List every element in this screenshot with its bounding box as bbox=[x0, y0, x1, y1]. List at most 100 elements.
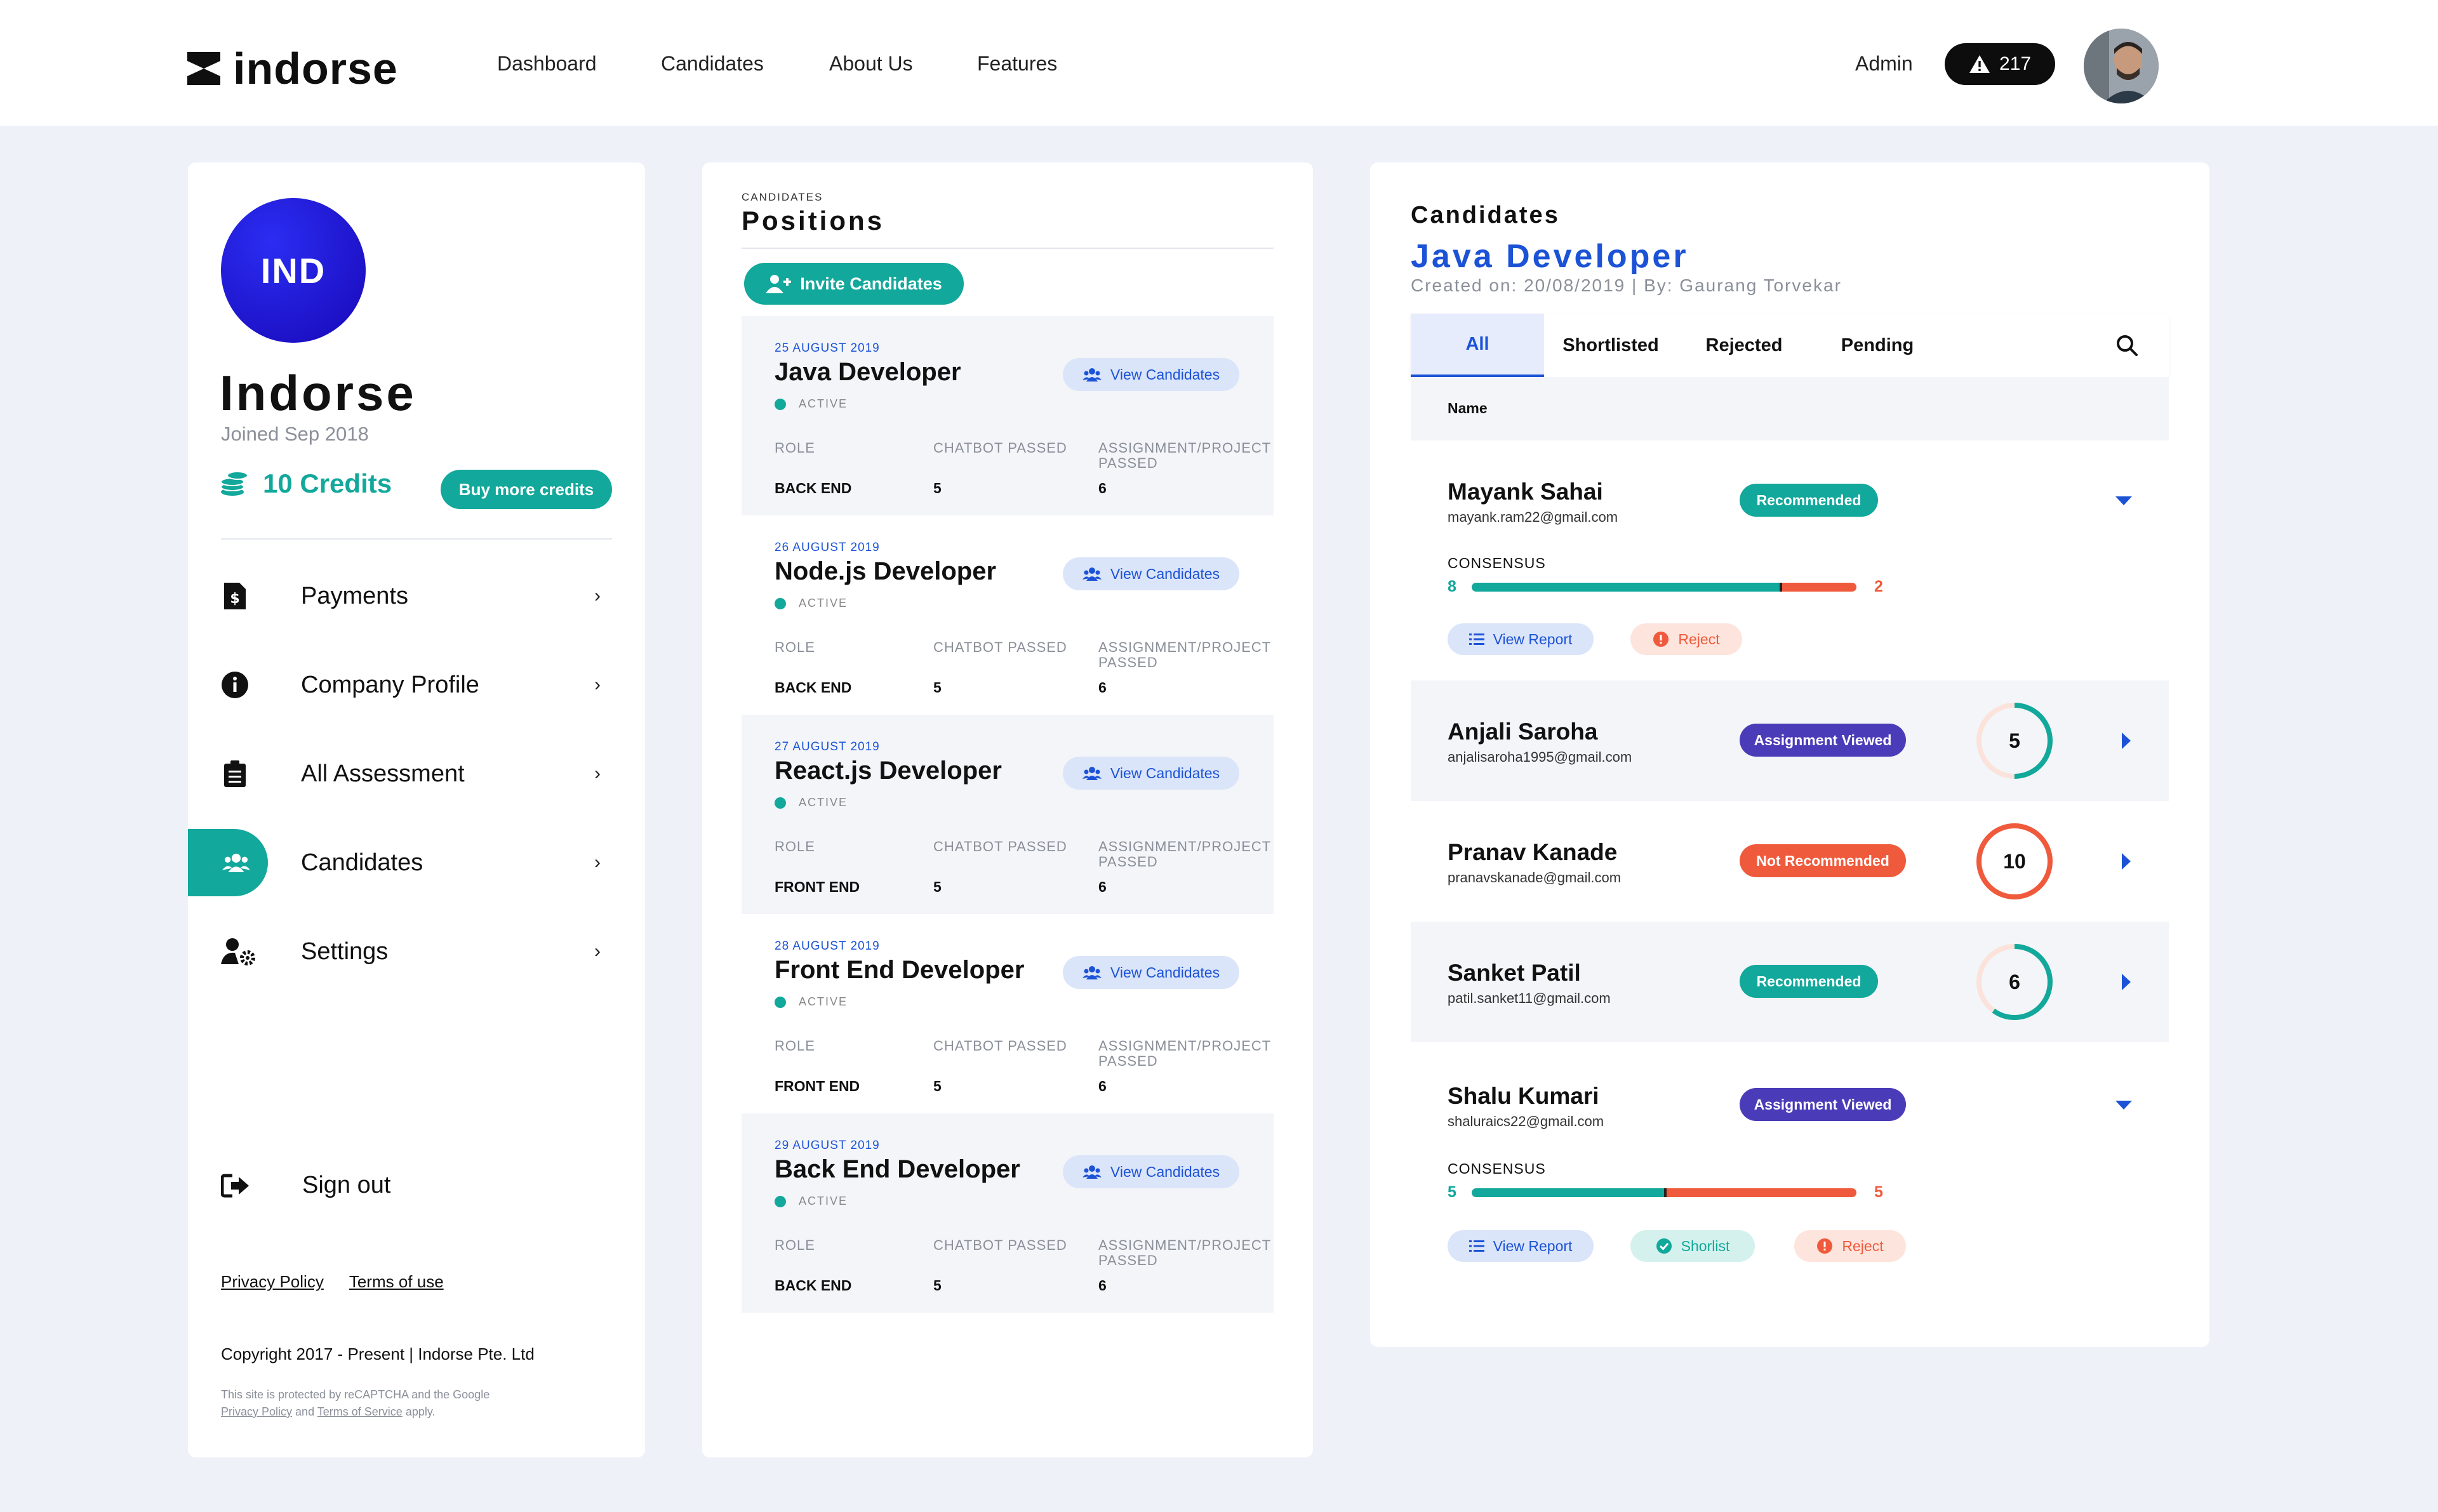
admin-link[interactable]: Admin bbox=[1855, 52, 1913, 76]
candidate-name: Sanket Patil bbox=[1448, 960, 1581, 986]
recaptcha-privacy-link[interactable]: Privacy Policy bbox=[221, 1405, 292, 1418]
column-role: ROLE bbox=[775, 1237, 815, 1253]
section-eyebrow: CANDIDATES bbox=[742, 191, 823, 203]
users-icon bbox=[1082, 767, 1102, 780]
company-avatar: IND bbox=[221, 198, 366, 343]
position-status: ACTIVE bbox=[775, 995, 848, 1009]
nav-candidates[interactable]: Candidates bbox=[661, 52, 764, 76]
position-name: Front End Developer bbox=[775, 956, 1025, 984]
score-ring: 6 bbox=[1975, 942, 2055, 1022]
credits-count: 10 Credits bbox=[263, 468, 392, 498]
assignment-value: 6 bbox=[1098, 679, 1107, 696]
view-candidates-button[interactable]: View Candidates bbox=[1063, 757, 1239, 790]
menu-item-company-profile[interactable]: Company Profile › bbox=[188, 651, 645, 719]
divider bbox=[742, 248, 1274, 249]
brand-name: indorse bbox=[233, 44, 398, 93]
nav-features[interactable]: Features bbox=[977, 52, 1057, 76]
users-icon bbox=[1082, 966, 1102, 979]
view-candidates-button[interactable]: View Candidates bbox=[1063, 956, 1239, 989]
avatar-photo-icon bbox=[2084, 29, 2159, 103]
chatbot-value: 5 bbox=[933, 1078, 942, 1094]
open-caret-icon[interactable] bbox=[2122, 974, 2131, 990]
open-caret-icon[interactable] bbox=[2122, 733, 2131, 749]
info-icon bbox=[221, 671, 249, 699]
expand-caret-icon[interactable] bbox=[2115, 1101, 2132, 1110]
copyright: Copyright 2017 - Present | Indorse Pte. … bbox=[221, 1344, 535, 1363]
menu-label: Payments bbox=[301, 582, 408, 609]
tab-shortlisted[interactable]: Shortlisted bbox=[1544, 314, 1677, 377]
candidate-row[interactable]: Pranav Kanade pranavskanade@gmail.com No… bbox=[1411, 801, 2169, 922]
candidate-row[interactable]: Shalu Kumari shaluraics22@gmail.com Assi… bbox=[1411, 1042, 2169, 1177]
nav-dashboard[interactable]: Dashboard bbox=[497, 52, 597, 76]
tab-rejected[interactable]: Rejected bbox=[1677, 314, 1811, 377]
reject-button[interactable]: Reject bbox=[1630, 623, 1742, 655]
position-card[interactable]: 26 AUGUST 2019 Node.js Developer ACTIVE Vie… bbox=[742, 515, 1274, 715]
candidate-row[interactable]: Sanket Patil patil.sanket11@gmail.com Re… bbox=[1411, 922, 2169, 1042]
candidate-row[interactable]: Anjali Saroha anjalisaroha1995@gmail.com… bbox=[1411, 680, 2169, 801]
alerts-button[interactable]: 217 bbox=[1945, 43, 2055, 85]
status-dot-icon bbox=[775, 996, 786, 1008]
view-candidates-button[interactable]: View Candidates bbox=[1063, 1155, 1239, 1188]
warning-icon bbox=[1969, 55, 1990, 73]
brand-logo[interactable]: indorse bbox=[187, 43, 398, 94]
position-name: Back End Developer bbox=[775, 1155, 1020, 1183]
view-report-button[interactable]: View Report bbox=[1448, 623, 1594, 655]
view-report-button[interactable]: View Report bbox=[1448, 1230, 1594, 1262]
user-avatar[interactable] bbox=[2084, 29, 2159, 103]
position-card[interactable]: 25 AUGUST 2019 Java Developer ACTIVE View C… bbox=[742, 316, 1274, 515]
consensus-no: 2 bbox=[1874, 578, 1883, 595]
menu-label: Candidates bbox=[301, 849, 423, 876]
menu-item-all-assessment[interactable]: All Assessment › bbox=[188, 740, 645, 807]
role-value: BACK END bbox=[775, 480, 852, 496]
buy-credits-button[interactable]: Buy more credits bbox=[441, 470, 612, 509]
column-assignment-line2: PASSED bbox=[1098, 455, 1158, 471]
column-chatbot: CHATBOT PASSED bbox=[933, 839, 1067, 854]
view-candidates-button[interactable]: View Candidates bbox=[1063, 557, 1239, 590]
position-date: 29 AUGUST 2019 bbox=[775, 1139, 880, 1152]
menu-item-settings[interactable]: Settings › bbox=[188, 918, 645, 985]
status-label: ACTIVE bbox=[799, 1195, 848, 1207]
column-assignment-line2: PASSED bbox=[1098, 1252, 1158, 1268]
position-card[interactable]: 27 AUGUST 2019 React.js Developer ACTIVE Vi… bbox=[742, 715, 1274, 914]
position-card[interactable]: 28 AUGUST 2019 Front End Developer ACTIVE V… bbox=[742, 914, 1274, 1113]
positions-title: Positions bbox=[742, 206, 885, 235]
position-card[interactable]: 29 AUGUST 2019 Back End Developer ACTIVE Vi… bbox=[742, 1113, 1274, 1313]
search-icon[interactable] bbox=[2115, 334, 2138, 357]
menu-item-payments[interactable]: $ Payments › bbox=[188, 562, 645, 630]
chatbot-value: 5 bbox=[933, 1277, 942, 1294]
privacy-policy-link[interactable]: Privacy Policy bbox=[221, 1272, 324, 1292]
invite-candidates-button[interactable]: Invite Candidates bbox=[744, 263, 964, 305]
open-caret-icon[interactable] bbox=[2122, 853, 2131, 870]
view-candidates-label: View Candidates bbox=[1110, 964, 1220, 981]
footer-links: Privacy Policy Terms of use bbox=[221, 1272, 444, 1292]
view-candidates-button[interactable]: View Candidates bbox=[1063, 358, 1239, 391]
recaptcha-terms-link[interactable]: Terms of Service bbox=[317, 1405, 403, 1418]
score-value: 10 bbox=[2003, 849, 2026, 873]
candidate-name: Mayank Sahai bbox=[1448, 479, 1603, 505]
expand-caret-icon[interactable] bbox=[2115, 496, 2132, 505]
reject-button[interactable]: Reject bbox=[1794, 1230, 1906, 1262]
shortlist-button[interactable]: Shorlist bbox=[1630, 1230, 1755, 1262]
menu-item-candidates[interactable]: Candidates › bbox=[188, 829, 645, 896]
chevron-right-icon: › bbox=[594, 763, 601, 784]
nav-about-us[interactable]: About Us bbox=[829, 52, 913, 76]
candidate-row[interactable]: Mayank Sahai mayank.ram22@gmail.com Reco… bbox=[1411, 441, 2169, 571]
company-sidebar: IND Indorse Joined Sep 2018 10 Credits B… bbox=[188, 162, 645, 1457]
status-label: ACTIVE bbox=[799, 397, 848, 410]
column-assignment: ASSIGNMENT/PROJECT PASSED bbox=[1098, 839, 1271, 870]
terms-of-use-link[interactable]: Terms of use bbox=[349, 1272, 444, 1292]
column-assignment: ASSIGNMENT/PROJECT PASSED bbox=[1098, 640, 1271, 670]
credits-display: 10 Credits bbox=[220, 468, 392, 499]
view-candidates-label: View Candidates bbox=[1110, 1163, 1220, 1180]
view-report-label: View Report bbox=[1493, 630, 1573, 647]
assignment-value: 6 bbox=[1098, 1277, 1107, 1294]
role-value: FRONT END bbox=[775, 1078, 860, 1094]
alert-circle-icon bbox=[1817, 1238, 1833, 1254]
sign-out-button[interactable]: Sign out bbox=[221, 1172, 390, 1199]
tab-all[interactable]: All bbox=[1411, 314, 1544, 377]
recaptcha-apply: apply. bbox=[405, 1405, 436, 1418]
alert-circle-icon bbox=[1653, 632, 1669, 647]
view-candidates-label: View Candidates bbox=[1110, 565, 1220, 582]
consensus-track bbox=[1472, 583, 1856, 592]
tab-pending[interactable]: Pending bbox=[1811, 314, 1944, 377]
